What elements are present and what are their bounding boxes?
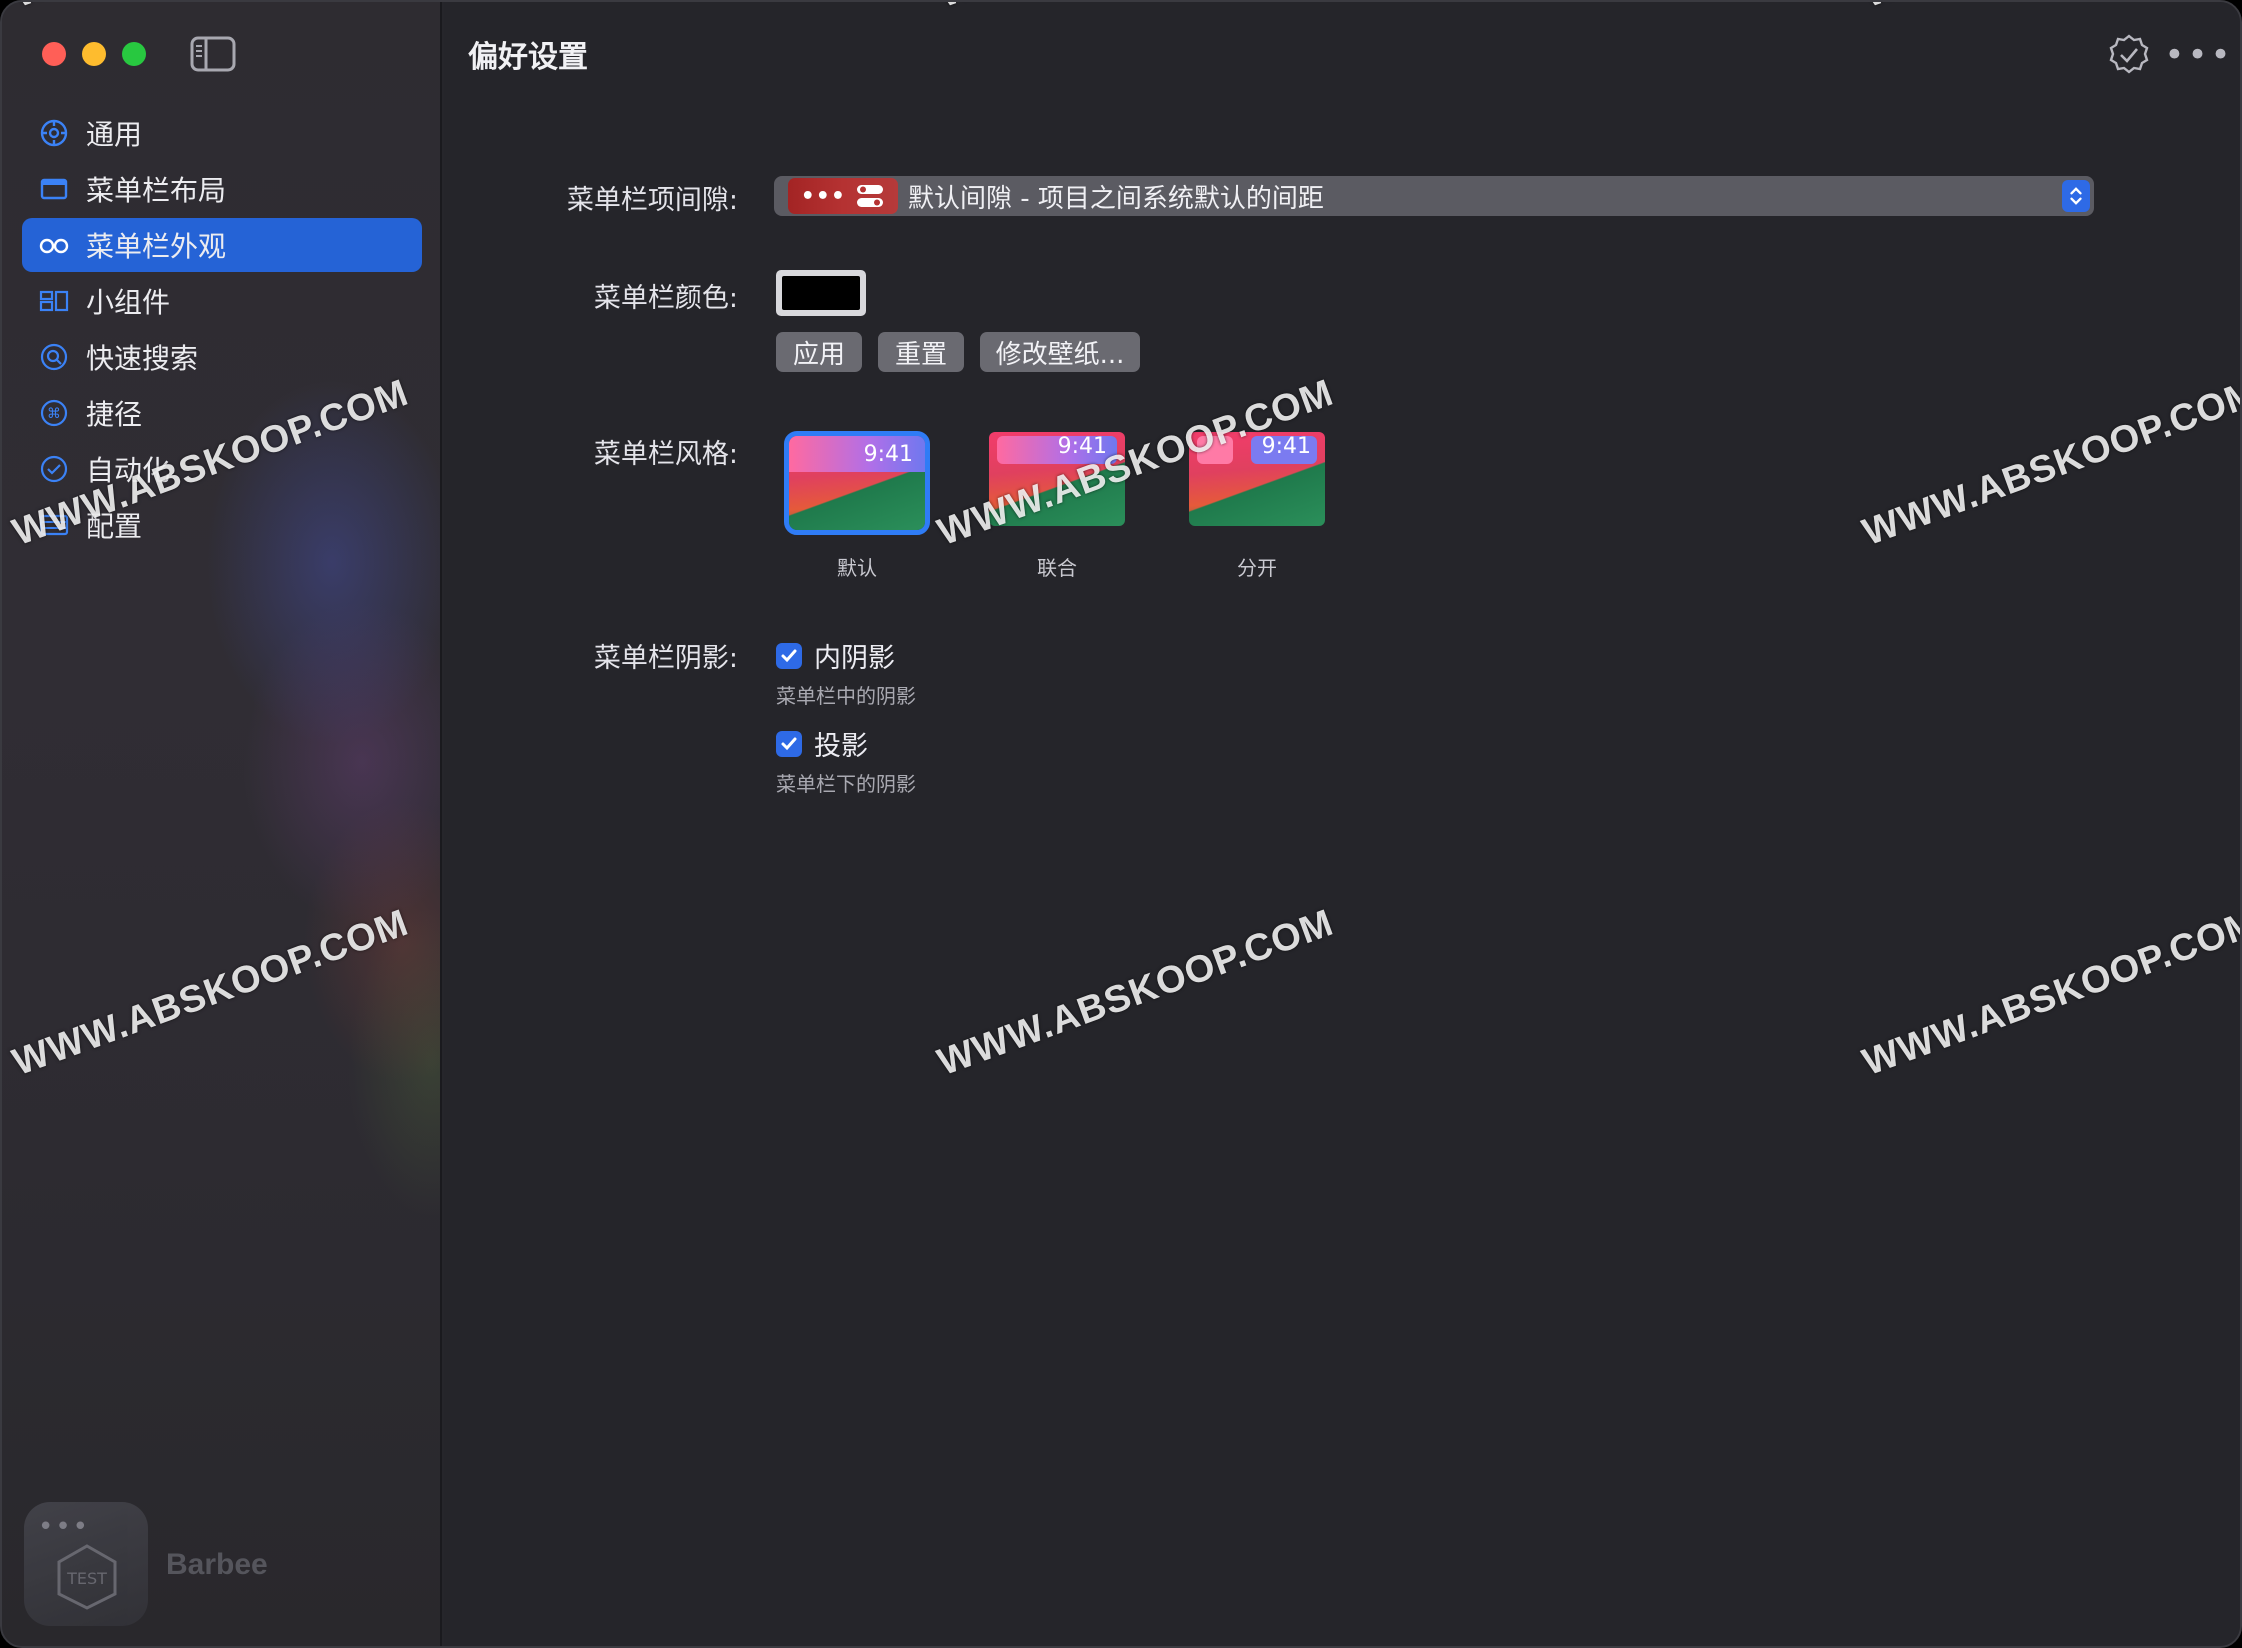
spacing-select[interactable]: ••• 默认间隙 - 项目之间系统默认的间距 bbox=[774, 176, 2094, 216]
dots-icon: ••• bbox=[800, 183, 846, 209]
sidebar-item-label: 快速搜索 bbox=[86, 342, 199, 375]
page-title: 偏好设置 bbox=[468, 40, 588, 75]
close-window-button[interactable] bbox=[42, 42, 66, 66]
checkbox-checked-icon[interactable] bbox=[776, 730, 802, 757]
window-icon bbox=[36, 171, 72, 207]
reset-button[interactable]: 重置 bbox=[878, 332, 964, 372]
color-label: 菜单栏颜色: bbox=[593, 283, 738, 314]
more-options-icon[interactable]: ••• bbox=[2164, 30, 2230, 80]
shadow-label: 菜单栏阴影: bbox=[593, 643, 738, 674]
spacing-preview-icon: ••• bbox=[788, 178, 898, 214]
checkbox-label: 投影 bbox=[814, 731, 868, 762]
sidebar-item-label: 自动化 bbox=[86, 454, 171, 487]
checkbox-description: 菜单栏中的阴影 bbox=[776, 684, 916, 708]
sidebar: 通用 菜单栏布局 菜单栏外观 小组件 快速搜索 ⌘ 捷径 自动化 配置 ••• … bbox=[2, 2, 442, 1646]
checkbox-label: 内阴影 bbox=[814, 643, 895, 674]
style-thumbnail: 9:41 bbox=[784, 431, 930, 535]
dots-icon: ••• bbox=[38, 1512, 91, 1542]
left-segment bbox=[1197, 436, 1233, 464]
change-wallpaper-button[interactable]: 修改壁纸... bbox=[980, 332, 1140, 372]
hexagon-icon: TEST bbox=[57, 1544, 117, 1610]
clock-text: 9:41 bbox=[863, 442, 913, 467]
app-badge-text: TEST bbox=[66, 1569, 107, 1588]
toggle-icon bbox=[857, 185, 884, 207]
command-circle-icon: ⌘ bbox=[36, 395, 72, 431]
drop-shadow-checkbox-row[interactable]: 投影 bbox=[776, 724, 868, 763]
sidebar-item-quick-search[interactable]: 快速搜索 bbox=[22, 330, 422, 384]
sidebar-item-widgets[interactable]: 小组件 bbox=[22, 274, 422, 328]
inner-shadow-checkbox-row[interactable]: 内阴影 bbox=[776, 636, 895, 675]
minimize-window-button[interactable] bbox=[82, 42, 106, 66]
verified-badge-icon[interactable] bbox=[2104, 30, 2154, 80]
clock-check-icon bbox=[36, 451, 72, 487]
preferences-window: 通用 菜单栏布局 菜单栏外观 小组件 快速搜索 ⌘ 捷径 自动化 配置 ••• … bbox=[0, 0, 2242, 1648]
main-content: 偏好设置 ••• 菜单栏项间隙: ••• 默认间隙 - 项目之间系统默认的间距 bbox=[444, 2, 2240, 1646]
widgets-icon bbox=[36, 283, 72, 319]
sidebar-item-label: 小组件 bbox=[86, 286, 171, 319]
clock-text: 9:41 bbox=[1057, 434, 1107, 459]
app-icon: ••• TEST bbox=[24, 1502, 148, 1626]
style-thumbnail: 9:41 bbox=[989, 432, 1125, 526]
apply-button[interactable]: 应用 bbox=[776, 332, 862, 372]
sidebar-nav: 通用 菜单栏布局 菜单栏外观 小组件 快速搜索 ⌘ 捷径 自动化 配置 bbox=[22, 106, 422, 554]
spacing-select-value: 默认间隙 - 项目之间系统默认的间距 bbox=[908, 183, 1324, 214]
style-label: 菜单栏风格: bbox=[593, 439, 738, 470]
style-option-label: 分开 bbox=[1237, 556, 1277, 580]
style-option-label: 联合 bbox=[1037, 556, 1077, 580]
sidebar-item-label: 菜单栏布局 bbox=[86, 174, 227, 207]
style-option-default[interactable]: 9:41 默认 bbox=[782, 431, 932, 581]
sidebar-item-menubar-layout[interactable]: 菜单栏布局 bbox=[22, 162, 422, 216]
sidebar-item-config[interactable]: 配置 bbox=[22, 498, 422, 552]
sidebar-item-label: 捷径 bbox=[86, 398, 143, 431]
style-option-label: 默认 bbox=[837, 556, 877, 580]
style-option-joined[interactable]: 9:41 联合 bbox=[982, 432, 1132, 581]
gear-icon bbox=[36, 115, 72, 151]
checkbox-description: 菜单栏下的阴影 bbox=[776, 772, 916, 796]
svg-text:⌘: ⌘ bbox=[47, 406, 61, 422]
sidebar-item-label: 通用 bbox=[86, 118, 143, 151]
sidebar-item-automation[interactable]: 自动化 bbox=[22, 442, 422, 496]
color-swatch bbox=[782, 276, 860, 310]
clock-text: 9:41 bbox=[1261, 434, 1311, 459]
sidebar-item-shortcuts[interactable]: ⌘ 捷径 bbox=[22, 386, 422, 440]
glasses-icon bbox=[36, 227, 72, 263]
color-well[interactable] bbox=[776, 270, 866, 316]
spacing-label: 菜单栏项间隙: bbox=[566, 185, 738, 216]
style-option-separate[interactable]: 9:41 分开 bbox=[1182, 432, 1332, 581]
sidebar-toggle-icon[interactable] bbox=[190, 36, 236, 72]
search-circle-icon bbox=[36, 339, 72, 375]
sidebar-item-general[interactable]: 通用 bbox=[22, 106, 422, 160]
zoom-window-button[interactable] bbox=[122, 42, 146, 66]
sidebar-item-label: 配置 bbox=[86, 510, 143, 543]
style-thumbnail: 9:41 bbox=[1189, 432, 1325, 526]
app-name: Barbee bbox=[166, 1548, 268, 1581]
chevron-up-down-icon bbox=[2062, 180, 2090, 212]
list-icon bbox=[36, 507, 72, 543]
sidebar-item-menubar-appearance[interactable]: 菜单栏外观 bbox=[22, 218, 422, 272]
sidebar-item-label: 菜单栏外观 bbox=[86, 230, 227, 263]
checkbox-checked-icon[interactable] bbox=[776, 642, 802, 669]
